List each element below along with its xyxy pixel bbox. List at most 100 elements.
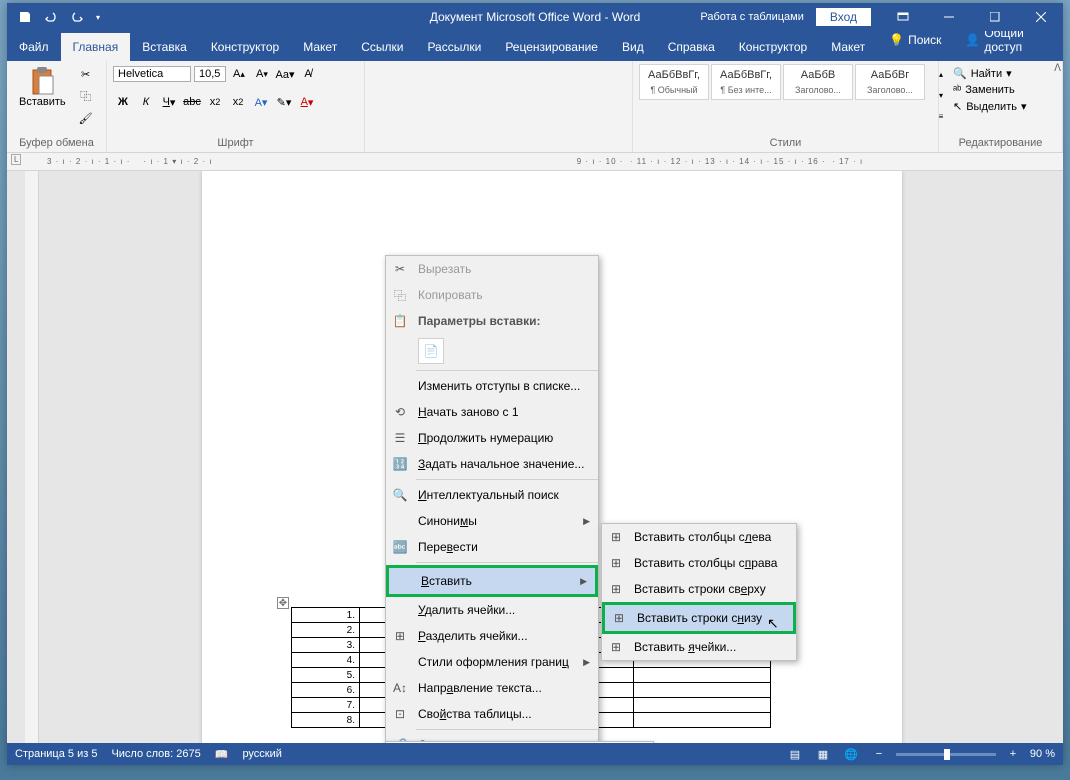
print-layout-icon[interactable]: ▦ bbox=[812, 745, 834, 763]
tab-view[interactable]: Вид bbox=[610, 33, 656, 61]
tab-insert[interactable]: Вставка bbox=[130, 33, 199, 61]
menu-continue-numbering[interactable]: ☰Продолжить нумерацию bbox=[386, 425, 598, 451]
menu-smart-lookup[interactable]: 🔍Интеллектуальный поиск bbox=[386, 482, 598, 508]
zoom-slider[interactable] bbox=[896, 753, 996, 756]
login-button[interactable]: Вход bbox=[816, 8, 871, 26]
tab-file[interactable]: Файл bbox=[7, 33, 61, 61]
tab-home[interactable]: Главная bbox=[61, 33, 131, 61]
tab-design[interactable]: Конструктор bbox=[199, 33, 291, 61]
italic-button[interactable]: К bbox=[136, 92, 156, 112]
status-language[interactable]: русский bbox=[242, 748, 281, 760]
style-normal[interactable]: АаБбВвГг,¶ Обычный bbox=[639, 64, 709, 100]
menu-text-direction[interactable]: A↕Направление текста... bbox=[386, 675, 598, 701]
paste-option-icon[interactable]: 📄 bbox=[418, 338, 444, 364]
zoom-level[interactable]: 90 % bbox=[1030, 748, 1055, 760]
tab-help[interactable]: Справка bbox=[656, 33, 727, 61]
insert-submenu: ⊞Вставить столбцы слева ⊞Вставить столбц… bbox=[601, 523, 797, 661]
font-color-icon[interactable]: A▾ bbox=[297, 92, 317, 112]
change-case-icon[interactable]: Aa▾ bbox=[275, 64, 295, 84]
search-icon: 🔍 bbox=[390, 486, 410, 504]
highlight-icon[interactable]: ✎▾ bbox=[274, 92, 294, 112]
menu-restart-numbering[interactable]: ⟲Начать заново с 1 bbox=[386, 399, 598, 425]
horizontal-ruler: L 3 · ı · 2 · ı · 1 · ı · · ı · 1 ▾ ı · … bbox=[7, 153, 1063, 171]
spellcheck-icon[interactable]: 📖 bbox=[215, 748, 229, 761]
clipboard-icon: 📋 bbox=[390, 312, 410, 330]
replace-button[interactable]: ᵃᵇЗаменить bbox=[949, 83, 1052, 97]
style-no-spacing[interactable]: АаБбВвГг,¶ Без инте... bbox=[711, 64, 781, 100]
window-title: Документ Microsoft Office Word - Word bbox=[430, 10, 641, 24]
shrink-font-icon[interactable]: A▾ bbox=[252, 64, 272, 84]
context-menu: ✂Вырезать ⿻Копировать 📋Параметры вставки… bbox=[385, 255, 599, 743]
cut-icon[interactable]: ✂ bbox=[76, 64, 96, 84]
superscript-button[interactable]: x2 bbox=[228, 92, 248, 112]
submenu-rows-below[interactable]: ⊞Вставить строки снизу bbox=[605, 605, 793, 631]
paste-button[interactable]: Вставить bbox=[13, 64, 72, 110]
format-painter-icon[interactable]: 🖌 bbox=[76, 108, 96, 128]
menu-cut: ✂Вырезать bbox=[386, 256, 598, 282]
bold-button[interactable]: Ж bbox=[113, 92, 133, 112]
menu-delete-cells[interactable]: Удалить ячейки... bbox=[386, 597, 598, 623]
find-icon: 🔍 bbox=[953, 67, 967, 80]
menu-border-styles[interactable]: Стили оформления границ▶ bbox=[386, 649, 598, 675]
menu-synonyms[interactable]: Синонимы▶ bbox=[386, 508, 598, 534]
menu-set-value[interactable]: 🔢Задать начальное значение... bbox=[386, 451, 598, 477]
tab-layout[interactable]: Макет bbox=[291, 33, 349, 61]
menu-translate[interactable]: 🔤Перевести bbox=[386, 534, 598, 560]
status-word-count[interactable]: Число слов: 2675 bbox=[111, 748, 200, 760]
document-area: ✥ 1. 2. 3. 4. 5. 6. 7. 8. ✂Вырезать ⿻Коп… bbox=[7, 171, 1063, 743]
underline-button[interactable]: Ч▾ bbox=[159, 92, 179, 112]
status-page[interactable]: Страница 5 из 5 bbox=[15, 748, 97, 760]
select-label: Выделить bbox=[966, 101, 1017, 113]
save-icon[interactable] bbox=[13, 5, 37, 29]
subscript-button[interactable]: x2 bbox=[205, 92, 225, 112]
maximize-icon[interactable] bbox=[973, 3, 1017, 31]
minimize-icon[interactable] bbox=[927, 3, 971, 31]
select-button[interactable]: ↖Выделить ▾ bbox=[949, 99, 1052, 114]
find-label: Найти bbox=[971, 68, 1002, 80]
style-heading1[interactable]: АаБбВЗаголово... bbox=[783, 64, 853, 100]
redo-icon[interactable] bbox=[65, 5, 89, 29]
table-props-icon: ⊡ bbox=[390, 705, 410, 723]
undo-icon[interactable] bbox=[39, 5, 63, 29]
zoom-out-icon[interactable]: − bbox=[868, 745, 890, 763]
submenu-rows-above[interactable]: ⊞Вставить строки сверху bbox=[602, 576, 796, 602]
tab-review[interactable]: Рецензирование bbox=[493, 33, 610, 61]
close-icon[interactable] bbox=[1019, 3, 1063, 31]
submenu-cols-left[interactable]: ⊞Вставить столбцы слева bbox=[602, 524, 796, 550]
table-move-handle[interactable]: ✥ bbox=[277, 597, 289, 609]
submenu-cells[interactable]: ⊞Вставить ячейки... bbox=[602, 634, 796, 660]
font-name-select[interactable] bbox=[113, 66, 191, 82]
vertical-ruler bbox=[25, 171, 39, 743]
ribbon-display-icon[interactable] bbox=[881, 3, 925, 31]
clear-format-icon[interactable]: A̸ bbox=[298, 64, 318, 84]
text-effects-icon[interactable]: A▾ bbox=[251, 92, 271, 112]
clipboard-group-label: Буфер обмена bbox=[13, 137, 100, 152]
tab-table-design[interactable]: Конструктор bbox=[727, 33, 819, 61]
tab-references[interactable]: Ссылки bbox=[349, 33, 415, 61]
tab-table-layout[interactable]: Макет bbox=[819, 33, 877, 61]
menu-list-indent[interactable]: Изменить отступы в списке... bbox=[386, 373, 598, 399]
copy-icon[interactable]: ⿻ bbox=[76, 86, 96, 106]
strike-button[interactable]: abc bbox=[182, 92, 202, 112]
mini-toolbar: ▾ ▾ A˄ A˅ ≡▾ 1≡▾ ⊞▾ ◫ Ж К Ч ✎▾ A▾ ⊡▾ ≡▾ … bbox=[385, 741, 654, 743]
qat-dropdown-icon[interactable]: ▾ bbox=[91, 5, 105, 29]
split-cells-icon: ⊞ bbox=[390, 627, 410, 645]
tab-mailings[interactable]: Рассылки bbox=[415, 33, 493, 61]
read-mode-icon[interactable]: ▤ bbox=[784, 745, 806, 763]
select-icon: ↖ bbox=[953, 100, 962, 113]
find-button[interactable]: 🔍Найти ▾ bbox=[949, 66, 1052, 81]
web-layout-icon[interactable]: 🌐 bbox=[840, 745, 862, 763]
text-direction-icon: A↕ bbox=[390, 679, 410, 697]
zoom-in-icon[interactable]: + bbox=[1002, 745, 1024, 763]
collapse-ribbon-icon[interactable]: ᐱ bbox=[1054, 63, 1061, 74]
style-heading2[interactable]: АаБбВгЗаголово... bbox=[855, 64, 925, 100]
submenu-cols-right[interactable]: ⊞Вставить столбцы справа bbox=[602, 550, 796, 576]
font-size-select[interactable] bbox=[194, 66, 226, 82]
style-gallery[interactable]: АаБбВвГг,¶ Обычный АаБбВвГг,¶ Без инте..… bbox=[639, 64, 925, 100]
menu-split-cells[interactable]: ⊞Разделить ячейки... bbox=[386, 623, 598, 649]
grow-font-icon[interactable]: A▴ bbox=[229, 64, 249, 84]
tab-selector[interactable]: L bbox=[11, 154, 21, 165]
menu-insert[interactable]: Вставить▶ bbox=[389, 568, 595, 594]
menu-copy: ⿻Копировать bbox=[386, 282, 598, 308]
menu-table-properties[interactable]: ⊡Свойства таблицы... bbox=[386, 701, 598, 727]
